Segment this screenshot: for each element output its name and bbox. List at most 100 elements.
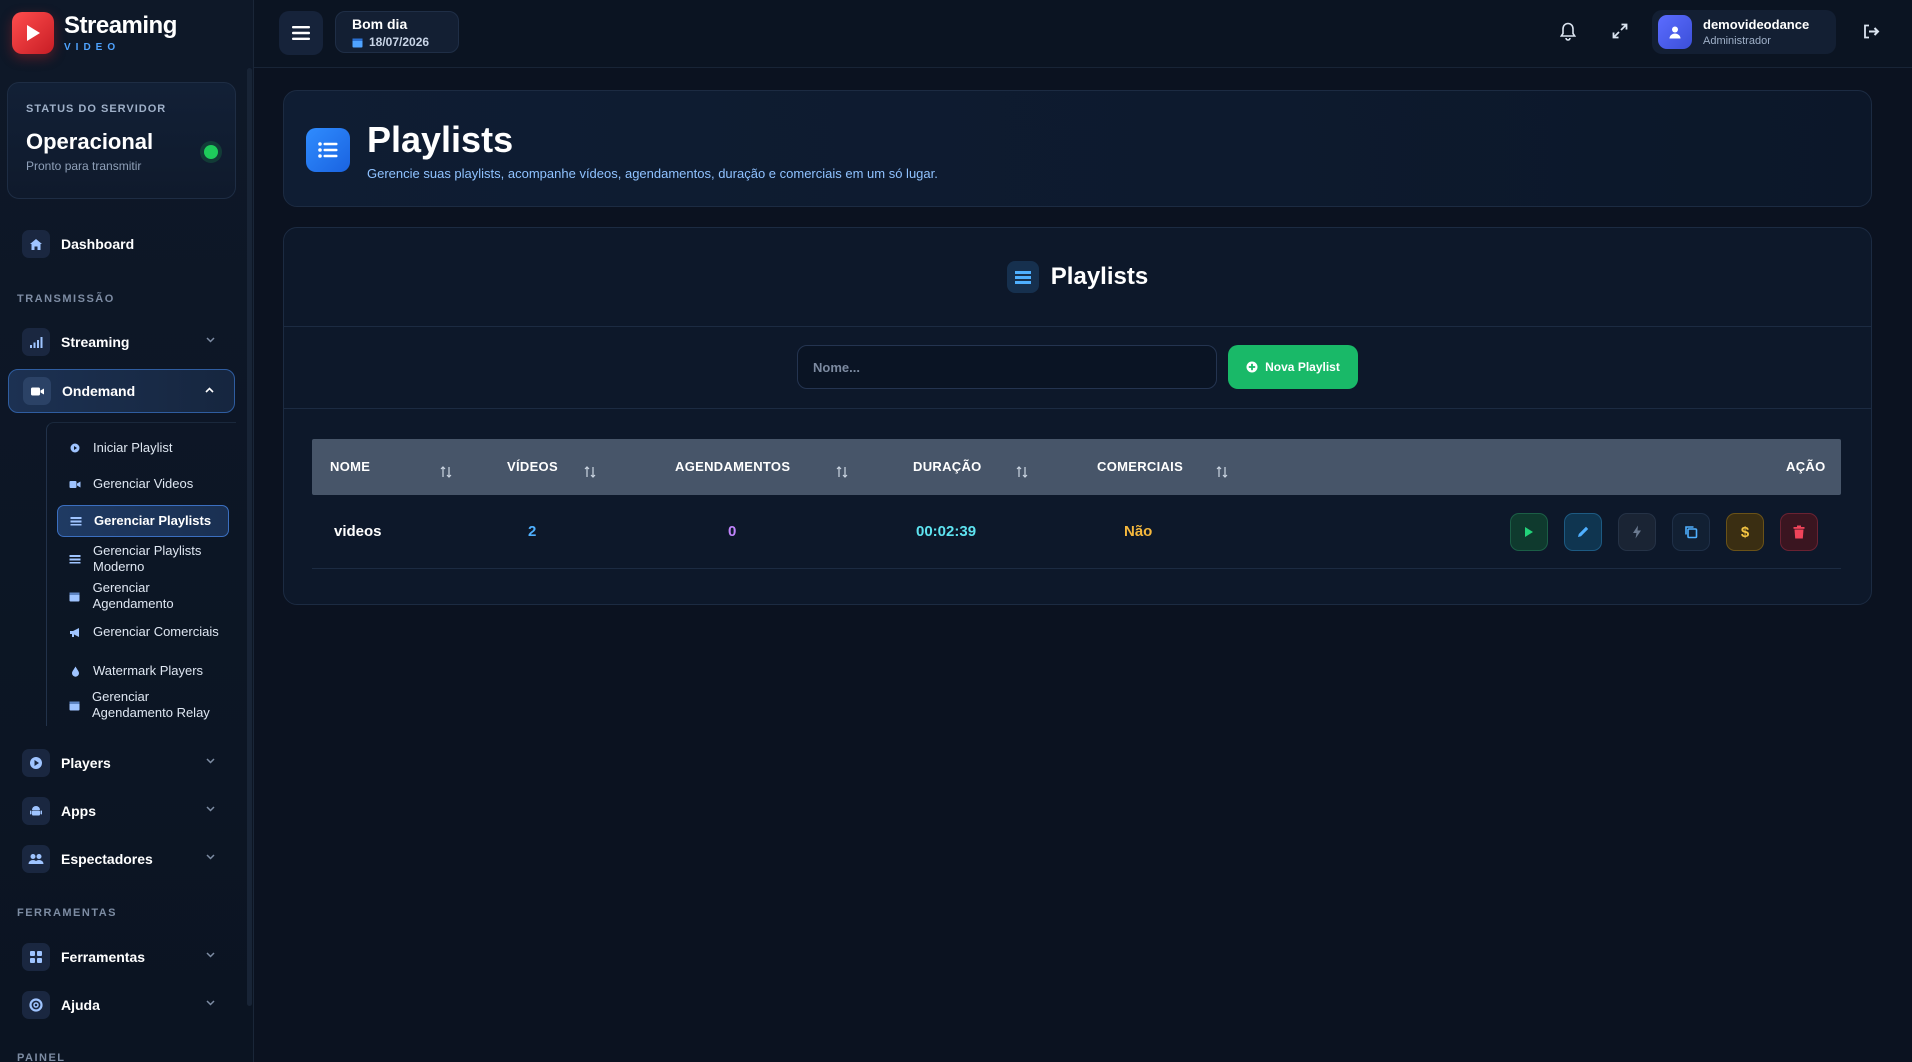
play-circle-icon xyxy=(22,749,50,777)
section-label-transmissao: TRANSMISSÃO xyxy=(17,293,115,305)
calendar-icon xyxy=(352,38,363,47)
column-header-agendamentos[interactable]: AGENDAMENTOS xyxy=(675,459,790,474)
submenu-item-label: Watermark Players xyxy=(93,662,204,678)
sidebar-item-apps[interactable]: Apps xyxy=(8,789,235,833)
ondemand-submenu: Iniciar Playlist Gerenciar Videos Gerenc… xyxy=(46,422,236,726)
column-header-nome[interactable]: NOME xyxy=(330,459,370,474)
brand-subtitle: VIDEO xyxy=(64,41,121,53)
current-date: 18/07/2026 xyxy=(352,35,458,49)
menu-toggle-button[interactable] xyxy=(279,11,323,55)
sidebar-item-ferramentas[interactable]: Ferramentas xyxy=(8,935,235,979)
megaphone-icon xyxy=(69,627,81,638)
sidebar-item-label: Espectadores xyxy=(61,851,153,867)
sidebar-item-label: Players xyxy=(61,755,111,771)
sort-icon[interactable] xyxy=(1216,466,1228,478)
sort-icon[interactable] xyxy=(584,466,596,478)
greeting-box: Bom dia 18/07/2026 xyxy=(335,11,459,53)
droplet-icon xyxy=(69,666,81,677)
sort-icon[interactable] xyxy=(836,466,848,478)
cell-comerciais: Não xyxy=(1124,523,1153,540)
sort-icon[interactable] xyxy=(440,466,452,478)
submenu-item-gerenciar-videos[interactable]: Gerenciar Videos xyxy=(57,469,229,499)
play-icon xyxy=(1525,527,1533,537)
sidebar-item-label: Ondemand xyxy=(62,383,136,399)
column-header-videos[interactable]: VÍDEOS xyxy=(507,459,558,474)
playlists-table: NOME VÍDEOS AGENDAMENTOS DURAÇÃO COMERCI… xyxy=(312,439,1841,569)
card-toolbar: Nova Playlist xyxy=(284,327,1871,409)
cell-videos: 2 xyxy=(528,523,537,540)
list-icon xyxy=(1006,261,1039,293)
sidebar-item-ajuda[interactable]: Ajuda xyxy=(8,983,235,1027)
sidebar: Streaming VIDEO STATUS DO SERVIDOR Opera… xyxy=(0,0,254,1062)
server-status-sub: Pronto para transmitir xyxy=(26,159,142,173)
sidebar-item-label: Apps xyxy=(61,803,96,819)
list-icon xyxy=(69,554,81,564)
table-header: NOME VÍDEOS AGENDAMENTOS DURAÇÃO COMERCI… xyxy=(312,439,1841,495)
calendar-icon xyxy=(69,591,81,602)
chevron-down-icon xyxy=(206,758,215,764)
trash-icon xyxy=(1793,525,1805,539)
edit-playlist-button[interactable] xyxy=(1564,513,1602,551)
chevron-down-icon xyxy=(206,337,215,343)
list-icon xyxy=(70,516,82,526)
topbar: Bom dia 18/07/2026 demovideodance Admini… xyxy=(254,0,1912,68)
new-playlist-button[interactable]: Nova Playlist xyxy=(1228,345,1358,389)
submenu-item-gerenciar-comerciais[interactable]: Gerenciar Comerciais xyxy=(57,614,229,650)
svg-text:$: $ xyxy=(1741,524,1750,540)
new-playlist-label: Nova Playlist xyxy=(1265,360,1340,374)
section-label-painel: PAINEL xyxy=(17,1052,66,1062)
server-status-card: STATUS DO SERVIDOR Operacional Pronto pa… xyxy=(7,82,236,199)
commercials-button[interactable]: $ xyxy=(1726,513,1764,551)
submenu-item-iniciar-playlist[interactable]: Iniciar Playlist xyxy=(57,433,229,463)
sidebar-item-streaming[interactable]: Streaming xyxy=(8,320,235,364)
playlists-card: Playlists Nova Playlist NOME VÍDEOS AGEN… xyxy=(283,227,1872,605)
table-row: videos 2 0 00:02:39 Não $ xyxy=(312,495,1841,569)
submenu-item-gerenciar-playlists[interactable]: Gerenciar Playlists xyxy=(57,505,229,537)
column-header-duracao[interactable]: DURAÇÃO xyxy=(913,459,982,474)
page-subtitle: Gerencie suas playlists, acompanhe vídeo… xyxy=(367,166,938,181)
date-text: 18/07/2026 xyxy=(369,35,430,49)
sidebar-item-dashboard[interactable]: Dashboard xyxy=(8,222,235,266)
submenu-item-gerenciar-agendamento-relay[interactable]: Gerenciar Agendamento Relay xyxy=(57,687,229,723)
section-label-ferramentas: FERRAMENTAS xyxy=(17,907,118,919)
duplicate-playlist-button[interactable] xyxy=(1672,513,1710,551)
bolt-icon xyxy=(1633,525,1641,539)
column-header-acao: AÇÃO xyxy=(1786,459,1826,474)
bell-icon[interactable] xyxy=(1560,22,1576,41)
server-status-label: STATUS DO SERVIDOR xyxy=(26,103,167,115)
life-ring-icon xyxy=(22,991,50,1019)
sidebar-scrollbar[interactable] xyxy=(247,68,252,1006)
delete-playlist-button[interactable] xyxy=(1780,513,1818,551)
server-status-value: Operacional xyxy=(26,129,154,154)
brand[interactable]: Streaming VIDEO xyxy=(12,10,177,56)
search-input[interactable] xyxy=(797,345,1217,389)
list-icon xyxy=(306,128,350,172)
chevron-down-icon xyxy=(206,1000,215,1006)
avatar xyxy=(1658,15,1692,49)
fullscreen-icon[interactable] xyxy=(1612,23,1628,39)
submenu-item-label: Gerenciar Videos xyxy=(93,475,194,491)
bolt-button[interactable] xyxy=(1618,513,1656,551)
sidebar-item-label: Ferramentas xyxy=(61,949,146,965)
sidebar-item-players[interactable]: Players xyxy=(8,741,235,785)
user-role: Administrador xyxy=(1703,35,1771,47)
users-icon xyxy=(22,845,50,873)
submenu-item-gerenciar-agendamento[interactable]: Gerenciar Agendamento xyxy=(57,578,229,614)
sidebar-item-ondemand[interactable]: Ondemand xyxy=(8,369,235,413)
sidebar-item-label: Dashboard xyxy=(61,236,135,252)
submenu-item-gerenciar-playlists-moderno[interactable]: Gerenciar Playlists Moderno xyxy=(57,541,229,577)
home-icon xyxy=(22,230,50,258)
logout-icon[interactable] xyxy=(1863,24,1880,39)
chevron-down-icon xyxy=(206,854,215,860)
submenu-item-label: Gerenciar Playlists Moderno xyxy=(93,542,202,574)
submenu-item-watermark-players[interactable]: Watermark Players xyxy=(57,656,229,686)
column-header-comerciais[interactable]: COMERCIAIS xyxy=(1097,459,1183,474)
status-indicator xyxy=(204,145,218,159)
submenu-item-label: Gerenciar Agendamento xyxy=(92,579,174,611)
chevron-up-icon xyxy=(205,387,214,393)
play-playlist-button[interactable] xyxy=(1510,513,1548,551)
sort-icon[interactable] xyxy=(1016,466,1028,478)
pencil-icon xyxy=(1578,526,1589,537)
sidebar-item-espectadores[interactable]: Espectadores xyxy=(8,837,235,881)
user-menu[interactable]: demovideodance Administrador xyxy=(1652,10,1836,54)
